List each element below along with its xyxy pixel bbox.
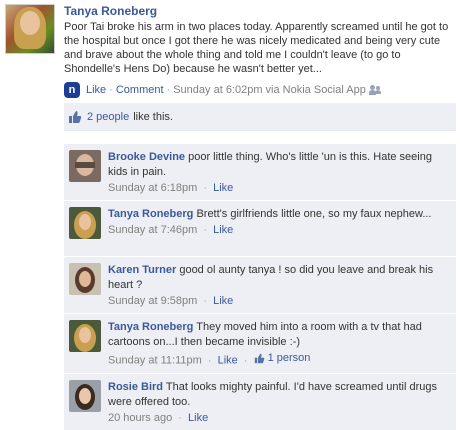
post-author-avatar[interactable] (5, 4, 55, 54)
separator-dot: · (109, 84, 113, 96)
comment-timestamp[interactable]: Sunday at 6:18pm (108, 182, 197, 194)
comment-like-link[interactable]: Like (213, 224, 233, 236)
comment-like-link[interactable]: Like (213, 295, 233, 307)
likes-summary: 2 people like this. (64, 103, 456, 131)
comment-like-link[interactable]: Like (218, 355, 238, 367)
post-body: Tanya Roneberg Poor Tai broke his arm in… (64, 4, 454, 76)
comment-item: Tanya Roneberg They moved him into a roo… (64, 313, 456, 373)
separator-dot: · (166, 84, 171, 96)
comment-timestamp[interactable]: Sunday at 7:46pm (108, 224, 197, 236)
comments-gap (64, 131, 456, 143)
comment-item: Tanya Roneberg Brett's girlfriends littl… (64, 200, 456, 256)
comment-author[interactable]: Tanya Roneberg (108, 208, 193, 220)
comment-like-link[interactable]: Like (213, 182, 233, 194)
comment-item: Karen Turner good ol aunty tanya ! so di… (64, 256, 456, 313)
post-meta: n Like · Comment · Sunday at 6:02pm via … (64, 81, 382, 99)
comment-author[interactable]: Brooke Devine (108, 151, 185, 163)
comment-timestamp[interactable]: Sunday at 9:58pm (108, 295, 197, 307)
post-comment-link[interactable]: Comment (116, 84, 164, 96)
post-text: Poor Tai broke his arm in two places tod… (64, 21, 449, 75)
post-author-name[interactable]: Tanya Roneberg (64, 4, 454, 18)
friends-privacy-icon[interactable] (368, 85, 382, 95)
separator-dot: · (207, 354, 212, 367)
comment-body: Karen Turner good ol aunty tanya ! so di… (108, 263, 450, 293)
likes-suffix: like this. (133, 110, 173, 123)
comment-author[interactable]: Tanya Roneberg (108, 321, 193, 333)
separator-dot: · (243, 354, 248, 367)
separator-dot: · (178, 411, 182, 424)
comment-body: Brooke Devine poor little thing. Who's l… (108, 150, 450, 180)
comment-meta: Sunday at 11:11pm · Like · 1 person (108, 352, 450, 367)
comment-like-link[interactable]: Like (188, 412, 208, 424)
comment-body: Tanya Roneberg They moved him into a roo… (108, 320, 450, 350)
comment-meta: Sunday at 6:18pm · Like (108, 182, 450, 194)
likes-people-link[interactable]: 2 people (87, 111, 129, 123)
thumbs-up-icon (69, 110, 82, 123)
post-like-link[interactable]: Like (86, 84, 106, 96)
separator-dot: · (203, 182, 208, 194)
comment-meta: 20 hours ago · Like (108, 412, 450, 424)
comment-author[interactable]: Rosie Bird (108, 381, 163, 393)
comment-text: Brett's girlfriends little one, so my fa… (196, 208, 432, 220)
commenter-avatar[interactable] (69, 379, 101, 412)
comment-timestamp[interactable]: Sunday at 11:11pm (108, 355, 202, 367)
avatar-face (20, 11, 40, 35)
comment-timestamp[interactable]: 20 hours ago (108, 412, 172, 424)
commenter-avatar[interactable] (69, 150, 101, 182)
comments-list: Brooke Devine poor little thing. Who's l… (64, 143, 456, 430)
nokia-app-icon[interactable]: n (64, 82, 80, 98)
post-timestamp[interactable]: Sunday at 6:02pm via Nokia Social App (173, 84, 366, 96)
thumbs-up-icon (254, 353, 264, 363)
separator-dot: · (203, 224, 208, 236)
commenter-avatar[interactable] (69, 320, 101, 352)
comment-item: Rosie Bird That looks mighty painful. I'… (64, 372, 456, 430)
commenter-avatar[interactable] (69, 207, 101, 239)
comment-meta: Sunday at 7:46pm · Like (108, 224, 450, 236)
comment-item: Brooke Devine poor little thing. Who's l… (64, 143, 456, 200)
comment-body: Tanya Roneberg Brett's girlfriends littl… (108, 207, 450, 222)
comment-meta: Sunday at 9:58pm · Like (108, 295, 450, 307)
comment-like-count[interactable]: 1 person (254, 352, 311, 364)
comment-body: Rosie Bird That looks mighty painful. I'… (108, 380, 450, 410)
commenter-avatar[interactable] (69, 263, 101, 295)
comment-author[interactable]: Karen Turner (108, 264, 176, 276)
separator-dot: · (203, 295, 208, 307)
comment-like-count-label[interactable]: 1 person (268, 352, 311, 364)
